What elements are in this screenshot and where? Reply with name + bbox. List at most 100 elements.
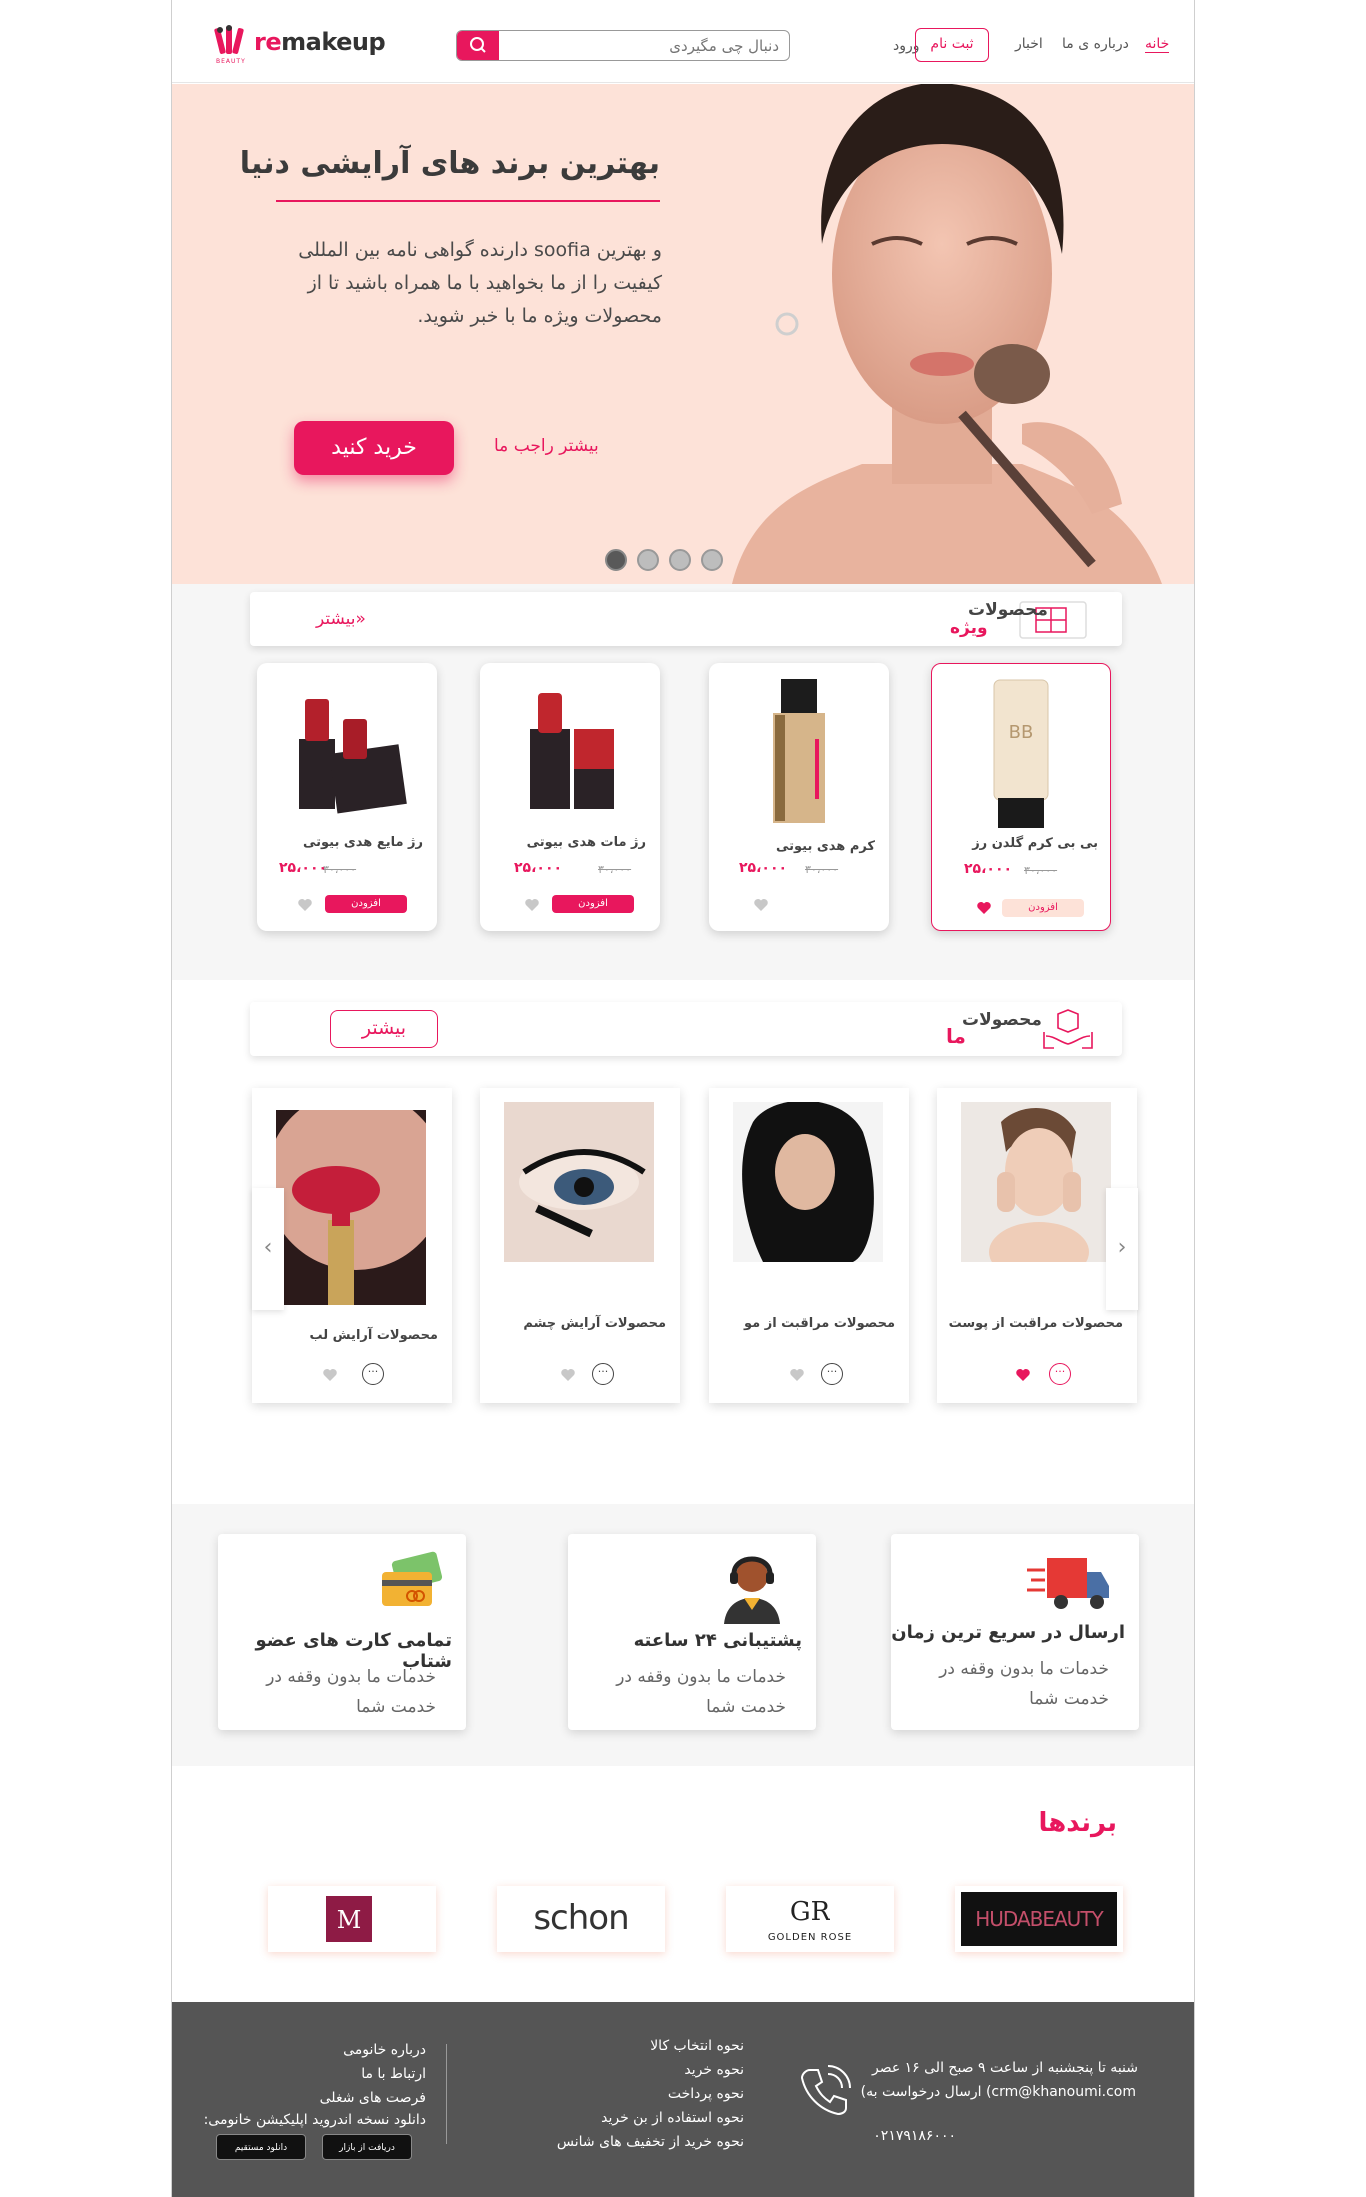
signup-button[interactable]: ثبت نام bbox=[915, 28, 989, 62]
search-input[interactable] bbox=[505, 31, 785, 60]
footer-guide-link[interactable]: نحوه خرید bbox=[684, 2062, 744, 2078]
category-image bbox=[276, 1110, 426, 1305]
category-card[interactable]: محصولات آرایش چشم ··· bbox=[480, 1088, 680, 1403]
carousel-next-button[interactable]: › bbox=[1106, 1188, 1138, 1310]
category-image bbox=[961, 1102, 1111, 1262]
category-name: محصولات آرایش لب bbox=[309, 1328, 438, 1343]
footer-app-label: دانلود نسخه اندروید اپلیکیشن خانومی: bbox=[203, 2112, 426, 2128]
footer-guide-link[interactable]: نحوه پرداخت bbox=[668, 2086, 744, 2102]
more-options-icon[interactable]: ··· bbox=[1049, 1363, 1071, 1385]
delivery-truck-icon bbox=[1027, 1558, 1109, 1609]
heart-icon[interactable] bbox=[789, 1367, 805, 1383]
product-image bbox=[773, 679, 825, 823]
footer-hours: شنبه تا پنجشنبه از ساعت ۹ صبح الی ۱۶ عصر bbox=[871, 2060, 1138, 2076]
search-bar bbox=[456, 30, 790, 61]
product-old-price: ۳۰،۰۰۰ bbox=[323, 863, 357, 876]
product-name: رژ مات هدی بیوتی bbox=[526, 835, 646, 850]
feature-description: خدمات ما بدون وقفه در خدمت شما bbox=[266, 1667, 436, 1717]
brands-title: برندها bbox=[1038, 1808, 1117, 1838]
slider-dots bbox=[605, 549, 745, 573]
add-to-cart-button[interactable]: افزودن bbox=[325, 895, 407, 913]
footer-about-link[interactable]: ارتباط با ما bbox=[361, 2066, 426, 2082]
product-old-price: ۳۰،۰۰۰ bbox=[598, 863, 632, 876]
feature-title: پشتیبانی ۲۴ ساعته bbox=[633, 1630, 802, 1651]
footer-guide-link[interactable]: نحوه انتخاب کالا bbox=[650, 2038, 744, 2054]
footer-guide-link[interactable]: نحوه خرید از تخفیف های شانس bbox=[557, 2134, 744, 2150]
category-card[interactable]: محصولات مراقبت از مو ··· bbox=[709, 1088, 909, 1403]
credit-card-icon bbox=[382, 1551, 443, 1606]
footer-phone[interactable]: ۰۲۱۷۹۱۸۶۰۰۰ bbox=[873, 2128, 956, 2144]
brand-huda-logo: HUDABEAUTY bbox=[961, 1892, 1117, 1946]
more-options-icon[interactable]: ··· bbox=[362, 1363, 384, 1385]
heart-icon[interactable] bbox=[524, 897, 540, 913]
product-image bbox=[299, 699, 407, 814]
bazaar-download-button[interactable]: دریافت از بازار bbox=[322, 2134, 412, 2160]
nav-news[interactable]: اخبار bbox=[1015, 36, 1043, 52]
brand-logo[interactable]: GR GOLDEN ROSE bbox=[726, 1886, 894, 1952]
add-to-cart-button[interactable]: افزودن bbox=[1002, 899, 1084, 917]
heart-icon[interactable] bbox=[560, 1367, 576, 1383]
slider-dot[interactable] bbox=[605, 549, 627, 571]
slider-dot[interactable] bbox=[701, 549, 723, 571]
nav-about[interactable]: درباره ی ما bbox=[1062, 36, 1129, 52]
product-card-featured[interactable]: BB بی بی کرم گلدن رز ۳۰،۰۰۰ ۲۵،۰۰۰ افزود… bbox=[931, 663, 1111, 931]
search-button[interactable] bbox=[457, 31, 499, 60]
feature-description: خدمات ما بدون وقفه در خدمت شما bbox=[939, 1659, 1109, 1709]
hero-banner: بهترین برند های آرایشی دنیا و بهترین soo… bbox=[172, 84, 1194, 584]
heart-filled-icon[interactable] bbox=[976, 900, 992, 916]
nav-home[interactable]: خانه bbox=[1145, 36, 1170, 53]
product-old-price: ۳۰،۰۰۰ bbox=[1024, 864, 1058, 877]
our-products-title: محصولات bbox=[962, 1010, 1042, 1030]
heart-icon[interactable] bbox=[322, 1367, 338, 1383]
heart-icon[interactable] bbox=[297, 897, 313, 913]
carousel-prev-button[interactable]: ‹ bbox=[252, 1188, 284, 1310]
product-new-price: ۲۵،۰۰۰ bbox=[279, 860, 328, 876]
product-card[interactable]: کرم هدی بیوتی ۳۰،۰۰۰ ۲۵،۰۰۰ bbox=[709, 663, 889, 931]
footer-email[interactable]: crm@khanoumi.com) ارسال درخواست به) bbox=[861, 2084, 1136, 2100]
brand-logo[interactable]: M bbox=[268, 1886, 436, 1952]
footer-about-link[interactable]: درباره خانومی bbox=[343, 2042, 426, 2058]
svg-text:BB: BB bbox=[1009, 722, 1034, 743]
feature-card: پشتیبانی ۲۴ ساعته خدمات ما بدون وقفه در … bbox=[568, 1534, 816, 1730]
logo-subtitle: BEAUTY bbox=[216, 58, 246, 65]
category-image bbox=[733, 1102, 883, 1262]
hero-title-underline bbox=[276, 200, 660, 202]
footer-divider bbox=[446, 2044, 447, 2144]
product-new-price: ۲۵،۰۰۰ bbox=[514, 860, 563, 876]
svg-text:GR: GR bbox=[790, 1897, 830, 1927]
footer: شنبه تا پنجشنبه از ساعت ۹ صبح الی ۱۶ عصر… bbox=[172, 2002, 1194, 2197]
hero-title: بهترین برند های آرایشی دنیا bbox=[239, 146, 660, 181]
add-to-cart-button[interactable]: افزودن bbox=[552, 895, 634, 913]
brand-logo[interactable]: HUDABEAUTY bbox=[955, 1886, 1123, 1952]
product-new-price: ۲۵،۰۰۰ bbox=[739, 860, 788, 876]
product-card[interactable]: رژ مایع هدی بیوتی ۳۰،۰۰۰ ۲۵،۰۰۰ افزودن bbox=[257, 663, 437, 931]
product-card[interactable]: رژ مات هدی بیوتی ۳۰،۰۰۰ ۲۵،۰۰۰ افزودن bbox=[480, 663, 660, 931]
special-title: محصولات bbox=[968, 600, 1048, 620]
category-name: محصولات آرایش چشم bbox=[523, 1316, 666, 1331]
brand-logo[interactable]: schon bbox=[497, 1886, 665, 1952]
logo[interactable]: remakeup BEAUTY bbox=[214, 24, 386, 68]
buy-button[interactable]: خرید کنید bbox=[294, 421, 454, 475]
brand-m-logo: M bbox=[326, 1896, 372, 1942]
product-name: رژ مایع هدی بیوتی bbox=[302, 835, 423, 850]
heart-icon[interactable] bbox=[753, 897, 769, 913]
product-new-price: ۲۵،۰۰۰ bbox=[964, 861, 1013, 877]
phone-icon bbox=[800, 2065, 851, 2116]
category-name: محصولات مراقبت از پوست bbox=[948, 1316, 1123, 1331]
support-headset-icon bbox=[724, 1556, 780, 1624]
footer-guide-link[interactable]: نحوه استفاده از بن خرید bbox=[601, 2110, 744, 2126]
slider-dot[interactable] bbox=[637, 549, 659, 571]
product-image: BB bbox=[993, 679, 1049, 828]
footer-about-link[interactable]: فرصت های شغلی bbox=[320, 2090, 426, 2106]
our-products-more-button[interactable]: بیشتر bbox=[330, 1010, 438, 1048]
about-more-link[interactable]: بیشتر راجب ما bbox=[494, 436, 599, 456]
heart-filled-icon[interactable] bbox=[1015, 1367, 1031, 1383]
slider-dot[interactable] bbox=[669, 549, 691, 571]
logo-text: remakeup bbox=[254, 28, 386, 56]
feature-description: خدمات ما بدون وقفه در خدمت شما bbox=[616, 1667, 786, 1717]
product-name: بی بی کرم گلدن رز bbox=[972, 836, 1098, 851]
more-options-icon[interactable]: ··· bbox=[592, 1363, 614, 1385]
more-options-icon[interactable]: ··· bbox=[821, 1363, 843, 1385]
direct-download-button[interactable]: دانلود مستقیم bbox=[216, 2134, 306, 2160]
special-more-link[interactable]: بیشتر» bbox=[316, 609, 366, 629]
